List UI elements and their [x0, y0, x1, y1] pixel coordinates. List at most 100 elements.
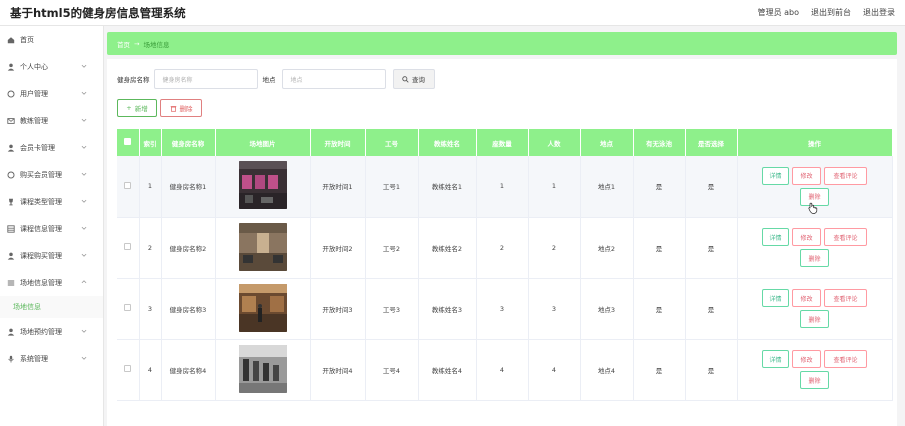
view-comments-button[interactable]: 查看评论: [824, 228, 867, 246]
sidebar-item-1[interactable]: 个人中心: [0, 53, 103, 80]
edit-button[interactable]: 修改: [792, 166, 821, 185]
detail-button[interactable]: 详情: [762, 350, 789, 368]
search-button-label: 查询: [412, 76, 425, 84]
view-comments-button[interactable]: 查看评论: [824, 289, 867, 307]
sidebar-item-3[interactable]: 教练管理: [0, 107, 103, 134]
row-checkbox-cell[interactable]: [117, 339, 140, 401]
detail-button[interactable]: 详情: [762, 289, 789, 307]
sidebar-item-label: 场地预约管理: [20, 327, 62, 336]
column-header: 索引: [139, 129, 162, 156]
row-checkbox[interactable]: [124, 181, 132, 189]
detail-button[interactable]: 详情: [762, 166, 789, 185]
seats-cell: 2: [476, 217, 529, 279]
sidebar-item-5[interactable]: 购买会员管理: [0, 161, 103, 188]
table-row[interactable]: 1 健身房名称1 开放时间1 工号1 教练姓名1 1 1 地点1 是是详情 修改 查看评论 删除: [117, 156, 893, 218]
trophy-icon: [6, 197, 15, 206]
column-header: 工号: [365, 129, 419, 156]
batch-delete-button[interactable]: 删除: [160, 99, 202, 117]
sidebar-item-label: 课程购买管理: [20, 251, 62, 260]
chevron-down-icon[interactable]: [81, 328, 87, 334]
sidebar-item-6[interactable]: 课程类型管理: [0, 188, 103, 215]
gym-photo-wood[interactable]: [216, 283, 310, 334]
app-title: 基于html5的健身房信息管理系统: [10, 6, 186, 20]
edit-button[interactable]: 修改: [792, 228, 821, 246]
gym-photo-pink[interactable]: [216, 161, 310, 211]
plus-icon: +: [126, 104, 132, 112]
chevron-down-icon[interactable]: [81, 144, 87, 150]
row-checkbox-cell[interactable]: [117, 278, 140, 340]
sidebar-subitem-active[interactable]: 场地信息: [0, 296, 103, 318]
open-time-cell: 开放时间2: [310, 217, 366, 279]
admin-user-label[interactable]: 管理员 abo: [758, 7, 799, 18]
circle-icon: [6, 89, 15, 98]
coach-name-cell: 教练姓名3: [418, 278, 477, 340]
view-comments-button[interactable]: 查看评论: [824, 350, 867, 368]
people-cell: 4: [528, 339, 581, 401]
gym-photo-gray[interactable]: [216, 344, 310, 395]
row-delete-button[interactable]: 删除: [800, 310, 829, 328]
row-checkbox-cell[interactable]: [117, 156, 140, 218]
chevron-down-icon[interactable]: [81, 252, 87, 258]
pool-cell: 是: [633, 217, 686, 279]
chevron-down-icon[interactable]: [81, 198, 87, 204]
row-checkbox[interactable]: [124, 365, 132, 372]
chevron-down-icon[interactable]: [81, 90, 87, 96]
view-comments-button[interactable]: 查看评论: [824, 166, 867, 185]
coach-name-cell: 教练姓名2: [418, 217, 477, 279]
people-cell: 3: [528, 278, 581, 340]
row-delete-button[interactable]: 删除: [800, 371, 829, 389]
chevron-up-icon[interactable]: [81, 279, 87, 285]
delete-button-label: 删除: [179, 105, 193, 113]
venue-image-cell: [215, 278, 311, 340]
sidebar-item-10[interactable]: 场地预约管理: [0, 318, 103, 345]
detail-button[interactable]: 详情: [762, 228, 789, 246]
chevron-down-icon[interactable]: [81, 225, 87, 231]
table-header-row: 索引 健身房名称 场地图片 开放时间 工号 教练姓名 座数量 人数 地点 有无泳池 是否选择 操作: [117, 129, 893, 156]
table-row[interactable]: 3 健身房名称3 开放时间3 工号3 教练姓名3 3 3 地点3 是是详情 修改 查看评论 删除: [117, 278, 893, 340]
sidebar-item-11[interactable]: 系统管理: [0, 345, 103, 372]
staff-no-cell: 工号1: [365, 156, 419, 218]
gym-photo-brown[interactable]: [216, 222, 310, 273]
row-delete-button[interactable]: 删除: [800, 249, 829, 267]
gym-name-input[interactable]: 健身房名称: [153, 69, 258, 89]
logout-link[interactable]: 退出登录: [863, 7, 895, 18]
place-cell: 地点2: [580, 217, 634, 279]
user-icon: [6, 143, 15, 152]
place-cell: 地点3: [580, 278, 634, 340]
chevron-down-icon[interactable]: [81, 355, 87, 361]
row-checkbox-cell[interactable]: [117, 217, 140, 279]
select-all-checkbox[interactable]: [124, 138, 132, 145]
exit-to-frontend-link[interactable]: 退出到前台: [811, 7, 851, 18]
seats-cell: 4: [476, 339, 529, 401]
chevron-down-icon[interactable]: [81, 117, 87, 123]
seats-cell: 3: [476, 278, 529, 340]
table-row[interactable]: 4 健身房名称4 开放时间4 工号4 教练姓名4 4 4 地点4 是是详情 修改 查看评论 删除: [117, 339, 893, 401]
sidebar-item-9[interactable]: 场地信息管理: [0, 269, 103, 296]
table-row[interactable]: 2 健身房名称2 开放时间2 工号2 教练姓名2 2 2 地点2 是是详情 修改 查看评论 删除: [117, 217, 893, 279]
select-all-checkbox-cell[interactable]: [117, 129, 140, 156]
search-icon: [402, 75, 409, 83]
top-bar: 基于html5的健身房信息管理系统 管理员 abo 退出到前台 退出登录: [0, 0, 905, 26]
row-checkbox[interactable]: [124, 304, 132, 311]
staff-no-cell: 工号2: [365, 217, 419, 279]
row-checkbox[interactable]: [124, 243, 132, 250]
seats-cell: 1: [476, 156, 529, 218]
gym-name-label: 健身房名称: [117, 76, 150, 84]
coach-name-cell: 教练姓名4: [418, 339, 477, 401]
sidebar-item-4[interactable]: 会员卡管理: [0, 134, 103, 161]
edit-button[interactable]: 修改: [792, 350, 821, 368]
edit-button[interactable]: 修改: [792, 289, 821, 307]
column-header: 是否选择: [685, 129, 738, 156]
sidebar: 首页 个人中心 用户管理 教练管理 会员卡管理 购买会员管理 课程类型管理 课程信息管理课程购…: [0, 26, 104, 426]
sidebar-item-0[interactable]: 首页: [0, 26, 103, 53]
place-label: 地点: [262, 76, 276, 84]
chevron-down-icon[interactable]: [81, 63, 87, 69]
place-input[interactable]: 地点: [281, 69, 386, 89]
add-button[interactable]: + 新增: [117, 99, 157, 117]
search-button[interactable]: 查询: [392, 69, 435, 89]
sidebar-item-7[interactable]: 课程信息管理: [0, 215, 103, 242]
breadcrumb-home[interactable]: 首页: [117, 39, 130, 49]
chevron-down-icon[interactable]: [81, 171, 87, 177]
sidebar-item-8[interactable]: 课程购买管理: [0, 242, 103, 269]
sidebar-item-2[interactable]: 用户管理: [0, 80, 103, 107]
